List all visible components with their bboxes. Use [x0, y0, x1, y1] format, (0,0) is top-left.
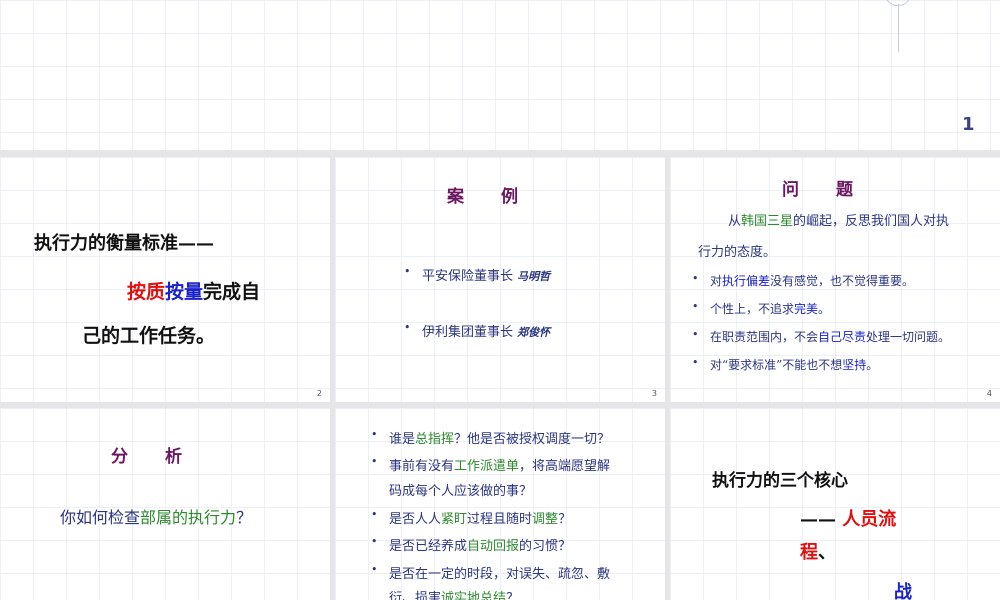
text: 完成自	[203, 281, 261, 303]
text-blue: 自己尽责	[818, 330, 867, 344]
slide-thumbnail-6[interactable]: 谁是总指挥？他是否被授权调度一切？ 事前有没有工作派遣单，将高端愿望解 码成每个…	[335, 408, 665, 600]
slide-number: 2	[316, 389, 322, 398]
slide-line: 按质按量完成自	[127, 277, 260, 304]
text: 是否已经养成	[389, 539, 468, 554]
slide-line: 己的工作任务。	[82, 325, 216, 347]
slide-line: 程、	[800, 538, 836, 564]
list-item: 在职责范围内，不会自己尽责处理一切问题。	[692, 328, 951, 345]
list-item: 伊利集团董事长 郑俊怀	[404, 321, 551, 340]
slide-heading: 执行力的衡量标准——	[34, 233, 214, 254]
text: 在职责范围内，不会	[710, 330, 819, 344]
text: 没有感觉，也不觉得重要。	[770, 274, 915, 288]
text-blue: 按量	[165, 281, 204, 303]
intro-text: 从韩国三星的崛起，反思我们国人对执	[728, 210, 949, 229]
list-item: 谁是总指挥？他是否被授权调度一切？	[371, 428, 611, 447]
slide-thumbnail-4[interactable]: 问 题 从韩国三星的崛起，反思我们国人对执 行力的态度。 对执行偏差没有感觉，也…	[670, 157, 1000, 402]
text-red: 人员流	[842, 509, 897, 530]
text-blue: 完美	[794, 302, 819, 316]
text: 个性上，不追求	[710, 302, 795, 316]
slide-thumbnail-3[interactable]: 案 例 平安保险董事长 马明哲 伊利集团董事长 郑俊怀 3	[335, 157, 665, 402]
slide-number: 1	[962, 114, 975, 135]
slide-title: 分 析	[111, 447, 183, 467]
text-green: 总指挥	[415, 432, 455, 447]
text: 。	[818, 302, 831, 316]
text: 是否人人	[389, 512, 442, 527]
text: ？	[236, 508, 253, 527]
text-blue: 执行偏差	[722, 274, 771, 288]
item-text: 伊利集团董事长	[422, 325, 514, 340]
slide-thumbnail-5[interactable]: 分 析 你如何检查部属的执行力？	[0, 408, 330, 600]
slide-heading: 执行力的三个核心	[712, 471, 848, 491]
list-item: 是否已经养成自动回报的习惯？	[371, 535, 572, 554]
text: 处理一切问题。	[866, 330, 951, 344]
list-item: 对执行偏差没有感觉，也不觉得重要。	[692, 272, 915, 289]
text: 过程且随时	[467, 512, 533, 527]
list-item: 事前有没有工作派遣单，将高端愿望解	[371, 455, 611, 474]
text: ——	[800, 509, 843, 530]
list-item: 平安保险董事长 马明哲	[404, 265, 551, 284]
decorative-line	[898, 4, 899, 52]
list-item: 个性上，不追求完美。	[692, 300, 831, 317]
slide-line: —— 人员流	[800, 505, 896, 531]
slide-line: 战	[894, 582, 912, 600]
list-item: 对“要求标准”不能也不想坚持。	[692, 356, 879, 373]
list-item: 是否在一定的时段，对误失、疏忽、敷	[371, 563, 610, 582]
text-green: 自动回报	[467, 539, 520, 554]
slide-thumbnail-2[interactable]: 执行力的衡量标准—— 按质按量完成自 己的工作任务。 2	[0, 157, 330, 402]
slide-title: 问 题	[782, 180, 854, 200]
text: ？	[558, 512, 572, 527]
intro-text: 行力的态度。	[698, 245, 777, 260]
signature-name: 郑俊怀	[517, 326, 551, 339]
text: 对“要求标准”不能也不想	[710, 358, 843, 372]
list-item-continuation: 衍、损害诚实地总结？	[389, 587, 519, 600]
text-green: 韩国三星	[741, 214, 794, 229]
text: 谁是	[389, 432, 416, 447]
signature-name: 马明哲	[517, 270, 551, 283]
text: 对	[710, 274, 723, 288]
slide-thumbnail-7[interactable]: 执行力的三个核心 —— 人员流 程、 战	[670, 408, 1000, 600]
slide-title: 案 例	[447, 187, 519, 207]
text-red: 程	[800, 542, 818, 563]
text-green: 诚实地总结	[441, 591, 507, 600]
text: ？他是否被授权调度一切？	[454, 432, 611, 447]
slide-thumbnail-1[interactable]: 1	[0, 0, 1000, 150]
text-green: 部属的执行力	[140, 508, 237, 527]
text: 、	[818, 542, 836, 563]
text: ，将高端愿望解	[519, 459, 611, 474]
text: 从	[728, 214, 742, 229]
text-green: 工作派遣单	[454, 459, 520, 474]
list-item-continuation: 码成每个人应该做的事？	[389, 484, 533, 499]
question-text: 你如何检查部属的执行力？	[60, 504, 252, 528]
text: 你如何检查	[60, 508, 141, 527]
text-red: 按质	[127, 281, 166, 303]
list-item: 是否人人紧盯过程且随时调整？	[371, 508, 572, 527]
text: 的习惯？	[519, 539, 572, 554]
text-green: 紧盯	[441, 512, 468, 527]
text: 的崛起，反思我们国人对执	[793, 214, 950, 229]
text: 。	[866, 358, 879, 372]
text: 事前有没有	[389, 459, 455, 474]
item-text: 平安保险董事长	[422, 269, 514, 284]
text: 衍、损害	[389, 591, 442, 600]
slide-number: 3	[651, 389, 657, 398]
text-green: 调整	[532, 512, 559, 527]
slide-number: 4	[986, 389, 992, 398]
text-blue: 坚持	[842, 358, 867, 372]
text: ？	[506, 591, 520, 600]
